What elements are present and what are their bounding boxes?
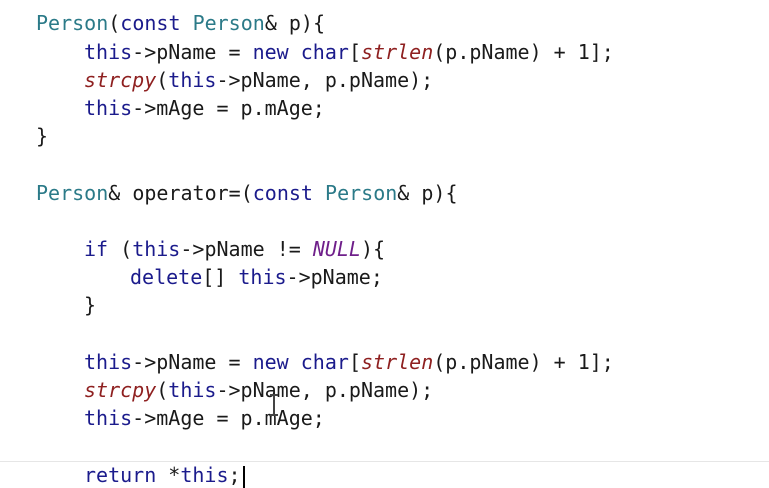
token: } (36, 124, 49, 148)
token: return (84, 463, 157, 487)
token: this (84, 40, 133, 64)
token: } (84, 293, 97, 317)
token: ->mAge = p.mAge; (132, 406, 325, 430)
token: (p.pName) + 1]; (433, 40, 614, 64)
token: [] (202, 265, 239, 289)
token: NULL (312, 237, 361, 261)
code-line-5[interactable]: } (0, 122, 48, 150)
token: Person (36, 11, 109, 35)
token: ( (156, 68, 169, 92)
text-caret-icon (242, 465, 245, 488)
code-line-6[interactable]: Person& operator=(const Person& p){ (0, 179, 458, 207)
token: strlen (360, 40, 434, 64)
token: operator (132, 181, 229, 205)
token: [ (348, 350, 361, 374)
token: ( (108, 237, 133, 261)
code-line-2[interactable]: this->pName = new char[strlen(p.pName) +… (0, 38, 614, 66)
token: ->pName; (286, 265, 383, 289)
code-line-7[interactable]: if (this->pName != NULL){ (0, 235, 385, 263)
code-line-3[interactable]: strcpy(this->pName, p.pName); (0, 66, 433, 94)
code-line-8[interactable]: delete[] this->pName; (0, 263, 383, 291)
token: strlen (360, 350, 434, 374)
token: this (84, 350, 133, 374)
token: & p){ (264, 11, 326, 35)
token: strcpy (84, 378, 157, 402)
token: (p.pName) + 1]; (433, 350, 614, 374)
token: const (252, 181, 313, 205)
token: new (252, 40, 289, 64)
token: & p){ (397, 181, 458, 205)
code-line-9[interactable]: } (0, 291, 96, 319)
token: new (252, 350, 289, 374)
token: Person (325, 181, 398, 205)
token: ; (228, 463, 241, 487)
code-line-1[interactable]: Person(const Person& p){ (0, 9, 325, 37)
token: * (156, 463, 181, 487)
token: ->mAge = p.mAge; (132, 96, 325, 120)
token: this (238, 265, 287, 289)
token: ->pName, p.pName); (216, 378, 434, 402)
token: this (180, 463, 229, 487)
i-beam-cursor-icon (270, 394, 278, 416)
code-line-4[interactable]: this->mAge = p.mAge; (0, 94, 325, 122)
token: this (84, 406, 133, 430)
token: Person (36, 181, 109, 205)
token: ( (108, 11, 121, 35)
token: if (84, 237, 109, 261)
token: & (108, 181, 133, 205)
token: strcpy (84, 68, 157, 92)
token: [ (348, 40, 361, 64)
code-line-11[interactable]: strcpy(this->pName, p.pName); (0, 376, 433, 404)
token: ->pName, p.pName); (216, 68, 434, 92)
token: Person (192, 11, 265, 35)
token: ->pName != (180, 237, 313, 261)
token: ( (156, 378, 169, 402)
token: this (132, 237, 181, 261)
code-editor[interactable]: Person(const Person& p){ this->pName = n… (0, 0, 769, 488)
code-line-10[interactable]: this->pName = new char[strlen(p.pName) +… (0, 348, 614, 376)
token: ->pName = (132, 40, 253, 64)
token: delete (130, 265, 203, 289)
token: =( (228, 181, 253, 205)
token: ){ (360, 237, 386, 261)
token: char (300, 40, 349, 64)
code-line-13[interactable]: return *this; (0, 461, 245, 488)
token: ->pName = (132, 350, 253, 374)
token: this (84, 96, 133, 120)
token: this (168, 68, 217, 92)
token: char (300, 350, 349, 374)
token: this (168, 378, 217, 402)
token: const (120, 11, 181, 35)
